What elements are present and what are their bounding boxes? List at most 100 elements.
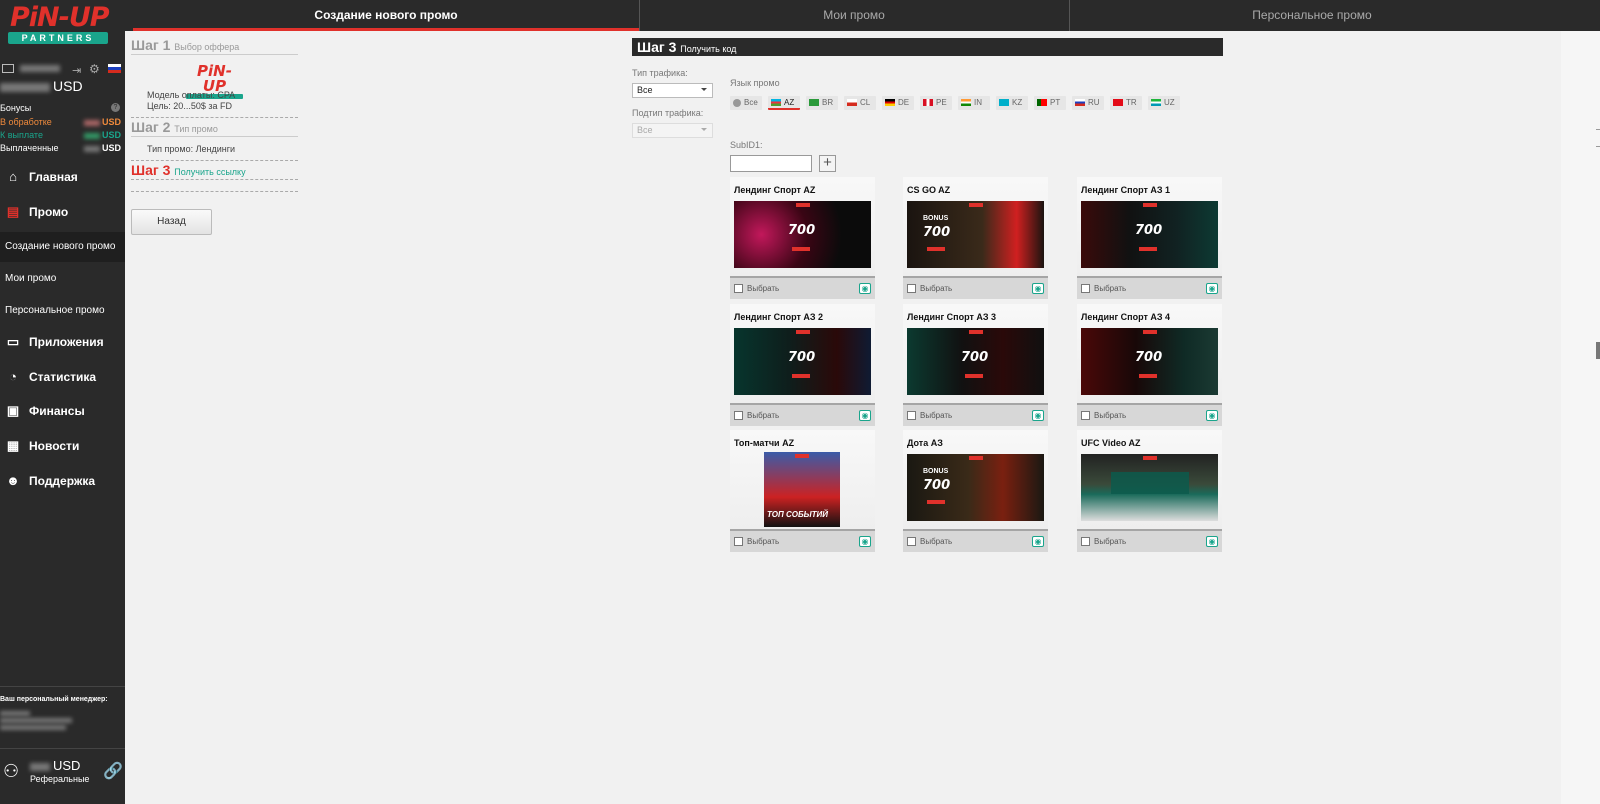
preview-eye-icon[interactable]: ◉: [1032, 283, 1044, 294]
landing-preview-image[interactable]: 700 BONUS: [907, 454, 1044, 521]
back-button[interactable]: Назад: [131, 209, 212, 235]
nav-item-stats[interactable]: ◔ Статистика: [0, 362, 125, 392]
lang-ru[interactable]: RU: [1072, 96, 1104, 110]
landing-card-title: Лендинг Спорт АЗ 1: [1081, 185, 1171, 195]
nav-item-apps[interactable]: ▭ Приложения: [0, 327, 125, 357]
pinup-partners-logo[interactable]: PiN-UP PARTNERS: [8, 4, 112, 46]
select-label[interactable]: Выбрать: [747, 411, 779, 420]
link-icon[interactable]: 🔗: [103, 761, 123, 781]
landing-preview-image[interactable]: 700: [1081, 328, 1218, 395]
lang-in[interactable]: IN: [958, 96, 990, 110]
nav-item-home[interactable]: ⌂ Главная: [0, 162, 125, 192]
landing-card[interactable]: Топ-матчи AZ ТОП СОБЫТИЙ Выбрать ◉: [730, 430, 875, 552]
lang-pt[interactable]: PT: [1034, 96, 1066, 110]
preview-eye-icon[interactable]: ◉: [859, 536, 871, 547]
lang-all[interactable]: Все: [730, 96, 762, 110]
nav-label: Финансы: [29, 404, 85, 418]
lang-cl[interactable]: CL: [844, 96, 876, 110]
referral-currency: USD: [53, 758, 81, 773]
landing-brand-tag: [968, 456, 983, 460]
lang-pe[interactable]: PE: [920, 96, 952, 110]
nav-item-promo[interactable]: ▤ Промо: [0, 197, 125, 227]
landing-card[interactable]: Лендинг Спорт АЗ 3 700 Выбрать ◉: [903, 304, 1048, 426]
subid1-input[interactable]: [730, 155, 812, 172]
select-checkbox[interactable]: [907, 284, 916, 293]
offer-logo: PiN-UP: [186, 64, 243, 99]
help-icon[interactable]: ?: [111, 103, 120, 112]
preview-eye-icon[interactable]: ◉: [1032, 410, 1044, 421]
sub-item-personal-promo[interactable]: Персональное промо: [0, 296, 125, 326]
offer-goal: Цель: 20...50$ за FD: [147, 101, 232, 111]
sub-item-create-promo[interactable]: Создание нового промо: [0, 232, 125, 262]
lang-uz[interactable]: UZ: [1148, 96, 1180, 110]
select-label[interactable]: Выбрать: [1094, 411, 1126, 420]
select-checkbox[interactable]: [907, 411, 916, 420]
tab-my-promo[interactable]: Мои промо: [639, 0, 1069, 31]
landing-card[interactable]: CS GO AZ 700 BONUS Выбрать ◉: [903, 177, 1048, 299]
tab-personal-promo[interactable]: Персональное промо: [1069, 0, 1555, 31]
select-label[interactable]: Выбрать: [920, 537, 952, 546]
select-label[interactable]: Выбрать: [1094, 284, 1126, 293]
select-checkbox[interactable]: [1081, 284, 1090, 293]
landing-preview-image[interactable]: [1081, 454, 1218, 521]
gear-icon[interactable]: ⚙: [89, 62, 100, 76]
nav-item-finance[interactable]: ▣ Финансы: [0, 396, 125, 426]
landing-preview-image[interactable]: ТОП СОБЫТИЙ: [764, 452, 840, 527]
lang-de[interactable]: DE: [882, 96, 914, 110]
landing-card[interactable]: Лендинг Спорт АЗ 2 700 Выбрать ◉: [730, 304, 875, 426]
landing-preview-image[interactable]: 700: [907, 328, 1044, 395]
select-checkbox[interactable]: [734, 411, 743, 420]
landing-card[interactable]: Лендинг Спорт АЗ 1 700 Выбрать ◉: [1077, 177, 1222, 299]
select-label[interactable]: Выбрать: [1094, 537, 1126, 546]
landing-card[interactable]: Дота АЗ 700 BONUS Выбрать ◉: [903, 430, 1048, 552]
select-label[interactable]: Выбрать: [747, 284, 779, 293]
select-checkbox[interactable]: [1081, 411, 1090, 420]
landing-card[interactable]: Лендинг Спорт АЗ 4 700 Выбрать ◉: [1077, 304, 1222, 426]
select-label[interactable]: Выбрать: [747, 537, 779, 546]
step3-panel-header: Шаг 3 Получить код: [632, 38, 1223, 56]
select-checkbox[interactable]: [1081, 537, 1090, 546]
bonus-word: BONUS: [923, 468, 949, 475]
select-checkbox[interactable]: [734, 284, 743, 293]
preview-eye-icon[interactable]: ◉: [1206, 283, 1218, 294]
bonus-amount: 700: [788, 223, 816, 238]
payout-currency: USD: [101, 130, 121, 140]
landing-card[interactable]: UFC Video AZ Выбрать ◉: [1077, 430, 1222, 552]
select-label[interactable]: Выбрать: [920, 284, 952, 293]
landing-preview-image[interactable]: 700: [734, 201, 871, 268]
logout-icon[interactable]: ⇥: [72, 64, 81, 77]
landing-card-footer: Выбрать ◉: [730, 529, 875, 552]
lang-kz[interactable]: KZ: [996, 96, 1028, 110]
landing-preview-image[interactable]: 700: [734, 328, 871, 395]
preview-eye-icon[interactable]: ◉: [1206, 536, 1218, 547]
nav-item-support[interactable]: ☻ Поддержка: [0, 466, 125, 496]
traffic-subtype-select[interactable]: Все: [632, 123, 713, 138]
balance-value-blurred: [0, 82, 50, 92]
landing-preview-image[interactable]: 700 BONUS: [907, 201, 1044, 268]
traffic-type-select[interactable]: Все: [632, 83, 713, 98]
select-label[interactable]: Выбрать: [920, 411, 952, 420]
russia-flag-icon[interactable]: [108, 64, 121, 73]
page-scrollbar[interactable]: [1561, 31, 1600, 804]
mail-icon[interactable]: [2, 64, 14, 73]
lang-tr[interactable]: TR: [1110, 96, 1142, 110]
preview-eye-icon[interactable]: ◉: [1206, 410, 1218, 421]
preview-eye-icon[interactable]: ◉: [1032, 536, 1044, 547]
landing-card-footer: Выбрать ◉: [903, 529, 1048, 552]
tab-create-promo[interactable]: Создание нового промо: [133, 0, 639, 31]
landing-preview-image[interactable]: 700: [1081, 201, 1218, 268]
landing-brand-tag: [1142, 456, 1157, 460]
sub-item-my-promo[interactable]: Мои промо: [0, 264, 125, 294]
landing-card[interactable]: Лендинг Спорт AZ 700 Выбрать ◉: [730, 177, 875, 299]
landing-card-footer: Выбрать ◉: [1077, 276, 1222, 299]
nav-item-news[interactable]: ▦ Новости: [0, 431, 125, 461]
subid-label: SubID1:: [730, 140, 763, 150]
user-icon[interactable]: ⚇: [3, 761, 19, 782]
preview-eye-icon[interactable]: ◉: [859, 410, 871, 421]
add-subid-button[interactable]: +: [819, 155, 836, 172]
select-checkbox[interactable]: [907, 537, 916, 546]
preview-eye-icon[interactable]: ◉: [859, 283, 871, 294]
lang-br[interactable]: BR: [806, 96, 838, 110]
lang-az[interactable]: AZ: [768, 96, 800, 110]
select-checkbox[interactable]: [734, 537, 743, 546]
